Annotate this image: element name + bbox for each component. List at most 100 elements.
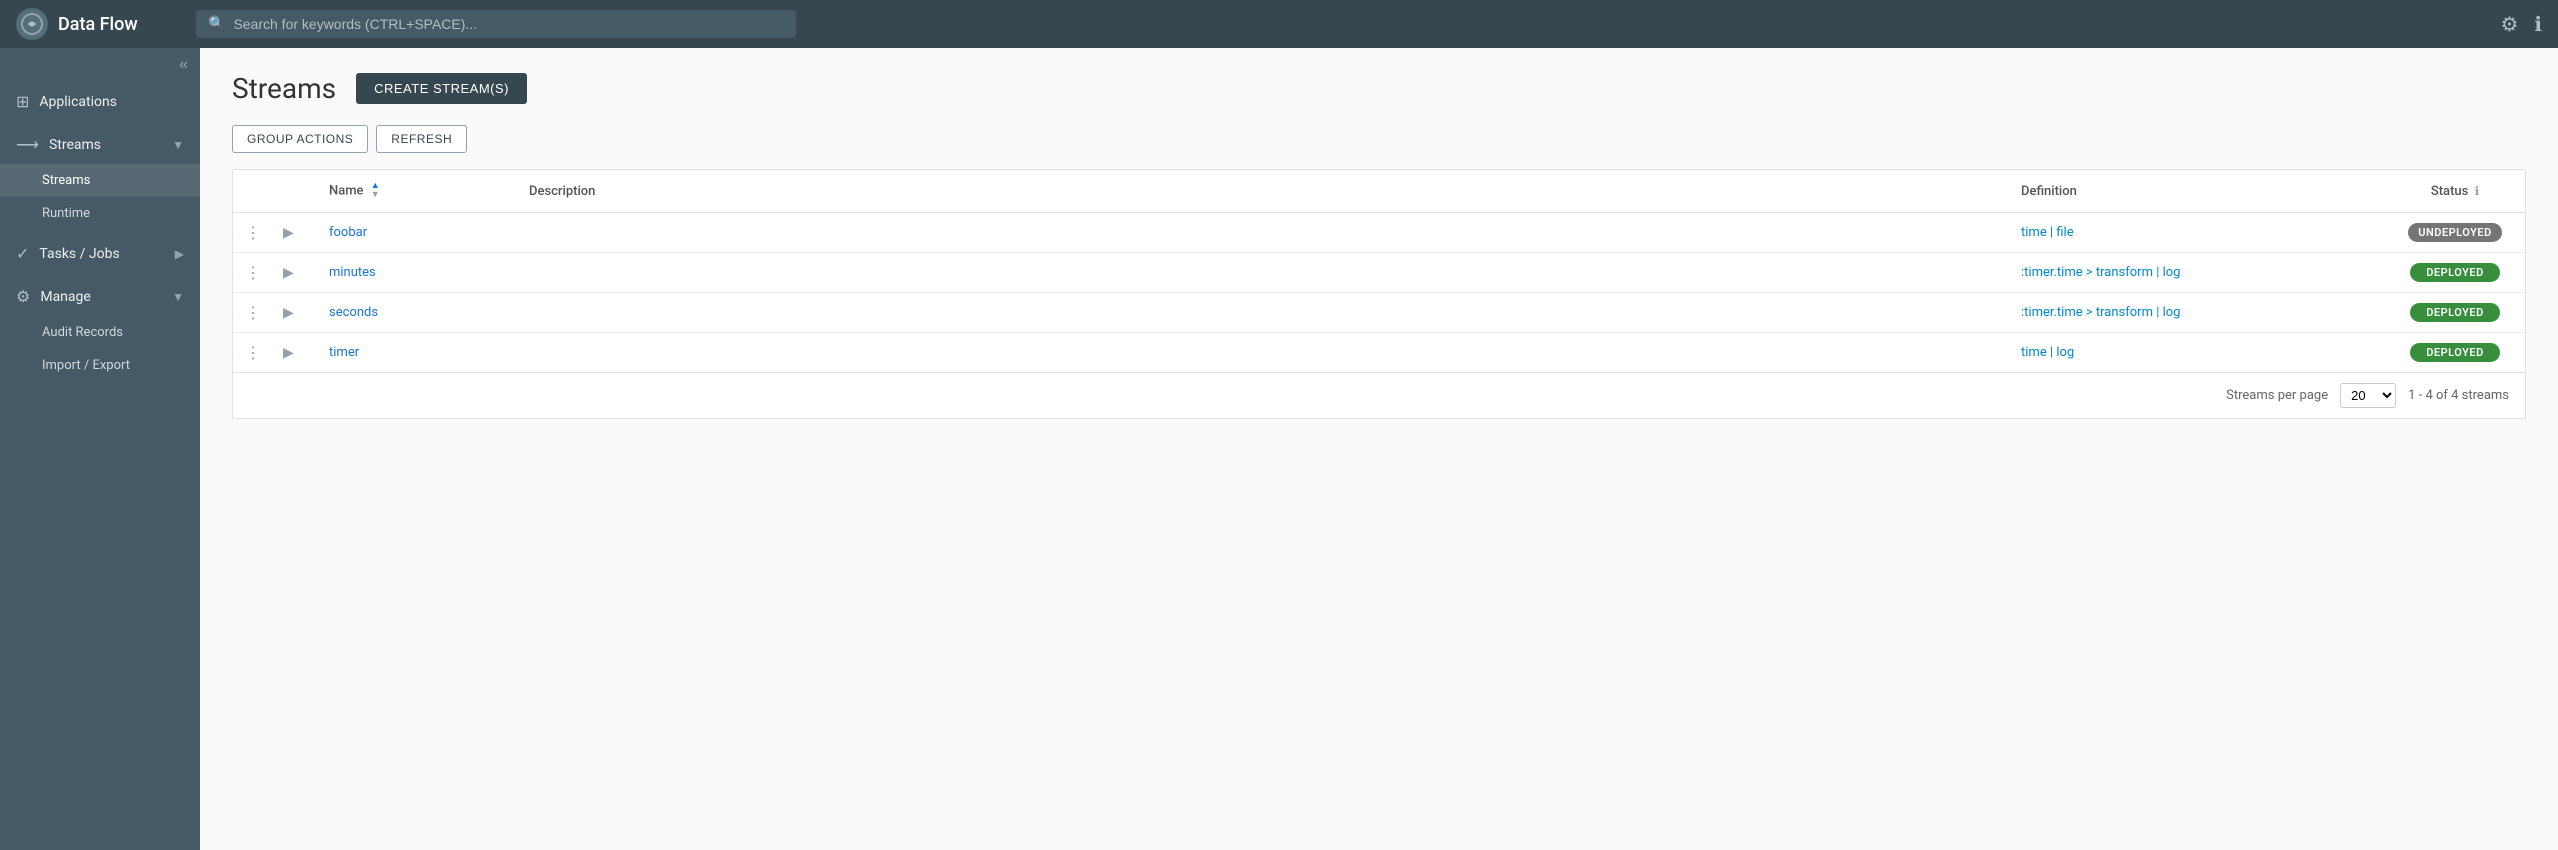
app-title: Data Flow	[58, 14, 138, 35]
main-content: Streams CREATE STREAM(S) GROUP ACTIONS R…	[200, 48, 2558, 850]
toolbar: GROUP ACTIONS REFRESH	[232, 125, 2526, 153]
th-expand	[273, 170, 313, 213]
three-dots-icon[interactable]: ⋮	[241, 341, 265, 364]
row-expand[interactable]: ▶	[273, 333, 313, 373]
sidebar-section-applications: ⊞ Applications	[0, 82, 200, 121]
row-description	[513, 253, 2005, 293]
manage-icon: ⚙	[16, 287, 30, 306]
row-description	[513, 213, 2005, 253]
expand-arrow-icon[interactable]: ▶	[277, 343, 300, 363]
row-description	[513, 293, 2005, 333]
chevron-right-icon: ▶	[175, 247, 184, 261]
row-name[interactable]: timer	[313, 333, 513, 373]
row-menu[interactable]: ⋮	[233, 293, 273, 333]
row-expand[interactable]: ▶	[273, 253, 313, 293]
group-actions-button[interactable]: GROUP ACTIONS	[232, 125, 368, 153]
table-row: ⋮ ▶ timer time | log DEPLOYED	[233, 333, 2525, 373]
row-menu[interactable]: ⋮	[233, 213, 273, 253]
app-brand: Data Flow	[16, 8, 196, 40]
import-export-label: Import / Export	[42, 358, 130, 373]
sidebar-section-tasks: ✓ Tasks / Jobs ▶	[0, 234, 200, 273]
pagination-range: 1 - 4 of 4 streams	[2408, 388, 2509, 403]
sidebar-section-streams: ⟶ Streams ▼ Streams Runtime	[0, 125, 200, 230]
topbar-actions: ⚙ ℹ	[2500, 12, 2542, 36]
search-icon: 🔍	[208, 16, 225, 32]
th-status: Status ℹ	[2385, 170, 2525, 213]
status-badge: DEPLOYED	[2410, 343, 2500, 362]
sidebar-collapse[interactable]: «	[0, 48, 200, 82]
page-title: Streams	[232, 72, 336, 105]
collapse-button[interactable]: «	[179, 56, 188, 74]
definition-value: time | log	[2021, 345, 2074, 360]
row-definition: time | log	[2005, 333, 2385, 373]
th-checkbox	[233, 170, 273, 213]
expand-arrow-icon[interactable]: ▶	[277, 223, 300, 243]
sidebar-tasks-label: Tasks / Jobs	[39, 246, 119, 262]
expand-arrow-icon[interactable]: ▶	[277, 263, 300, 283]
audit-records-label: Audit Records	[42, 325, 123, 340]
create-streams-button[interactable]: CREATE STREAM(S)	[356, 73, 527, 104]
sidebar-section-manage: ⚙ Manage ▼ Audit Records Import / Export	[0, 277, 200, 382]
info-icon[interactable]: ℹ	[2534, 12, 2542, 36]
row-status: DEPLOYED	[2385, 293, 2525, 333]
row-expand[interactable]: ▶	[273, 293, 313, 333]
sidebar-item-manage[interactable]: ⚙ Manage ▼	[0, 277, 200, 316]
row-name[interactable]: minutes	[313, 253, 513, 293]
three-dots-icon[interactable]: ⋮	[241, 221, 265, 244]
search-bar[interactable]: 🔍	[196, 10, 796, 38]
per-page-select[interactable]: 20 50 100	[2340, 383, 2396, 408]
status-badge: UNDEPLOYED	[2408, 223, 2502, 242]
th-name[interactable]: Name ▲ ▼	[313, 170, 513, 213]
row-name[interactable]: seconds	[313, 293, 513, 333]
per-page-label: Streams per page	[2226, 388, 2328, 403]
settings-icon[interactable]: ⚙	[2500, 12, 2518, 36]
streams-runtime-label: Runtime	[42, 206, 90, 221]
stream-name-link[interactable]: foobar	[329, 225, 367, 240]
sidebar-item-import-export[interactable]: Import / Export	[0, 349, 200, 382]
layout: « ⊞ Applications ⟶ Streams ▼ Streams Run…	[0, 48, 2558, 850]
table-header-row: Name ▲ ▼ Description Definition	[233, 170, 2525, 213]
applications-icon: ⊞	[16, 92, 29, 111]
th-description: Description	[513, 170, 2005, 213]
sidebar-item-audit-records[interactable]: Audit Records	[0, 316, 200, 349]
row-expand[interactable]: ▶	[273, 213, 313, 253]
sidebar: « ⊞ Applications ⟶ Streams ▼ Streams Run…	[0, 48, 200, 850]
table-row: ⋮ ▶ seconds :timer.time > transform | lo…	[233, 293, 2525, 333]
table-row: ⋮ ▶ minutes :timer.time > transform | lo…	[233, 253, 2525, 293]
three-dots-icon[interactable]: ⋮	[241, 261, 265, 284]
row-menu[interactable]: ⋮	[233, 253, 273, 293]
row-definition: time | file	[2005, 213, 2385, 253]
row-status: DEPLOYED	[2385, 253, 2525, 293]
sort-name-icon[interactable]: ▲ ▼	[371, 182, 380, 200]
app-logo	[16, 8, 48, 40]
row-name[interactable]: foobar	[313, 213, 513, 253]
definition-value: time | file	[2021, 225, 2074, 240]
three-dots-icon[interactable]: ⋮	[241, 301, 265, 324]
stream-name-link[interactable]: seconds	[329, 305, 378, 320]
status-info-icon[interactable]: ℹ	[2475, 184, 2480, 198]
table-body: ⋮ ▶ foobar time | file UNDEPLOYED ⋮ ▶	[233, 213, 2525, 373]
page-header: Streams CREATE STREAM(S)	[232, 72, 2526, 105]
row-menu[interactable]: ⋮	[233, 333, 273, 373]
status-badge: DEPLOYED	[2410, 303, 2500, 322]
sidebar-manage-label: Manage	[40, 289, 90, 305]
sidebar-streams-label: Streams	[49, 137, 101, 153]
tasks-icon: ✓	[16, 244, 29, 263]
chevron-down-icon: ▼	[172, 138, 184, 152]
sidebar-item-applications[interactable]: ⊞ Applications	[0, 82, 200, 121]
sidebar-item-tasks[interactable]: ✓ Tasks / Jobs ▶	[0, 234, 200, 273]
row-status: UNDEPLOYED	[2385, 213, 2525, 253]
refresh-button[interactable]: REFRESH	[376, 125, 467, 153]
sidebar-item-streams-runtime[interactable]: Runtime	[0, 197, 200, 230]
stream-name-link[interactable]: minutes	[329, 265, 376, 280]
topbar: Data Flow 🔍 ⚙ ℹ	[0, 0, 2558, 48]
expand-arrow-icon[interactable]: ▶	[277, 303, 300, 323]
sidebar-item-streams[interactable]: ⟶ Streams ▼	[0, 125, 200, 164]
th-definition: Definition	[2005, 170, 2385, 213]
definition-value: :timer.time > transform | log	[2021, 305, 2180, 320]
pagination: Streams per page 20 50 100 1 - 4 of 4 st…	[233, 372, 2525, 418]
sidebar-item-streams-streams[interactable]: Streams	[0, 164, 200, 197]
stream-name-link[interactable]: timer	[329, 345, 359, 360]
streams-table: Name ▲ ▼ Description Definition	[233, 170, 2525, 372]
search-input[interactable]	[233, 16, 784, 32]
